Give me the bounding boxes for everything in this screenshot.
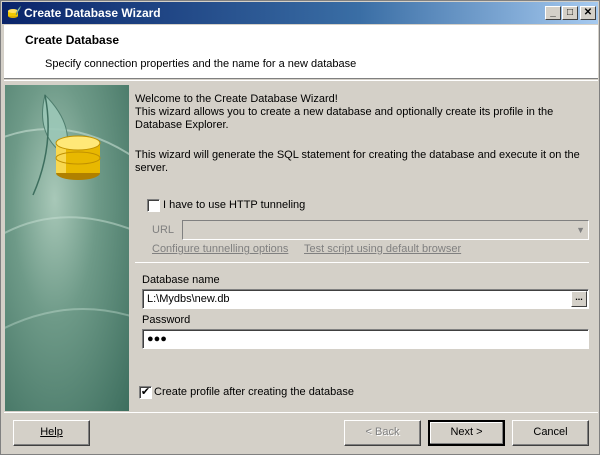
next-button-label: Next > <box>450 426 483 438</box>
configure-tunnelling-link: Configure tunnelling options <box>152 243 289 255</box>
wizard-header: Create Database Specify connection prope… <box>4 25 598 79</box>
next-button[interactable]: Next > <box>428 420 505 446</box>
description-line: This wizard allows you to create a new d… <box>135 106 554 131</box>
database-cylinder-icon <box>5 94 129 329</box>
welcome-line: Welcome to the Create Database Wizard! <box>135 93 338 105</box>
help-button-label: Help <box>40 426 63 438</box>
create-profile-label[interactable]: Create profile after creating the databa… <box>154 386 354 398</box>
database-name-label: Database name <box>142 274 220 286</box>
sql-info-text: This wizard will generate the SQL statem… <box>135 149 580 174</box>
url-label: URL <box>152 224 175 236</box>
window-title: Create Database Wizard <box>24 6 161 20</box>
content-divider <box>135 262 589 263</box>
password-label: Password <box>142 314 191 326</box>
page-subtitle: Specify connection properties and the na… <box>45 58 357 70</box>
cancel-button[interactable]: Cancel <box>512 420 589 446</box>
wizard-window: Create Database Wizard _ □ ✕ Create Data… <box>0 0 600 455</box>
cancel-button-label: Cancel <box>533 426 568 438</box>
browse-button[interactable]: ... <box>571 291 587 307</box>
help-button[interactable]: Help <box>13 420 90 446</box>
header-divider <box>4 80 598 81</box>
password-input[interactable]: ●●● <box>142 329 589 349</box>
title-bar[interactable]: Create Database Wizard _ □ ✕ <box>2 2 598 24</box>
password-value: ●●● <box>147 333 167 345</box>
http-tunneling-checkbox[interactable] <box>147 199 160 212</box>
url-combobox: ▼ <box>182 220 589 240</box>
minimize-button[interactable]: _ <box>545 6 561 20</box>
back-button[interactable]: < Back <box>344 420 421 446</box>
chevron-down-icon: ▼ <box>576 225 585 235</box>
page-title: Create Database <box>25 33 120 47</box>
footer-divider <box>4 412 598 413</box>
database-name-value: L:\Mydbs\new.db <box>147 293 230 305</box>
create-profile-checkbox[interactable]: ✔ <box>139 386 152 399</box>
app-database-icon <box>6 5 22 21</box>
wizard-sidebar-image <box>5 85 129 411</box>
maximize-button[interactable]: □ <box>562 6 578 20</box>
database-name-input[interactable]: L:\Mydbs\new.db ... <box>142 289 589 309</box>
wizard-content: Welcome to the Create Database Wizard! T… <box>129 85 597 411</box>
close-button[interactable]: ✕ <box>580 6 596 20</box>
intro-text: Welcome to the Create Database Wizard! T… <box>135 93 585 132</box>
back-button-label: < Back <box>365 426 400 438</box>
test-script-link: Test script using default browser <box>304 243 462 255</box>
http-tunneling-label[interactable]: I have to use HTTP tunneling <box>163 199 305 211</box>
